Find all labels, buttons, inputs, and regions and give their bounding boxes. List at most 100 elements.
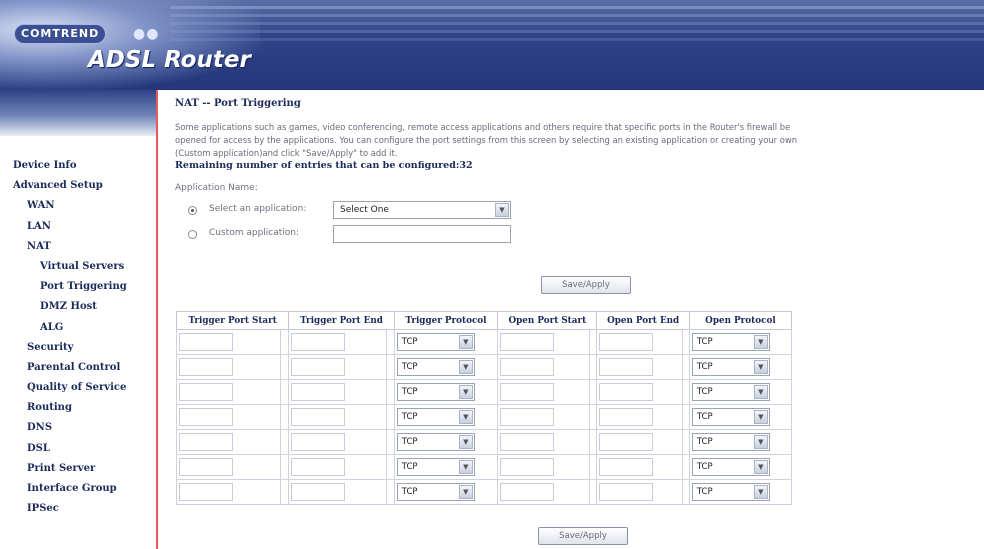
trigger-port-end-input[interactable] xyxy=(291,333,346,351)
table-cell: TCP ▼ xyxy=(393,354,499,380)
sidebar-item-device-info[interactable]: Device Info xyxy=(0,156,156,176)
custom-application-radio[interactable] xyxy=(188,230,197,239)
open-port-start-input[interactable] xyxy=(500,408,555,426)
trigger-port-start-input[interactable] xyxy=(179,333,233,351)
table-cell xyxy=(596,454,683,480)
open-port-end-input[interactable] xyxy=(599,383,654,401)
trigger-protocol-select[interactable]: TCP ▼ xyxy=(396,483,475,501)
chevron-down-icon[interactable]: ▼ xyxy=(753,460,768,474)
description-line: Some applications such as games, video c… xyxy=(175,122,791,132)
trigger-port-start-input[interactable] xyxy=(179,408,233,426)
open-port-end-input[interactable] xyxy=(599,333,654,351)
open-port-start-input[interactable] xyxy=(500,483,555,501)
table-cell xyxy=(288,379,387,405)
trigger-protocol-select[interactable]: TCP ▼ xyxy=(396,358,475,376)
sidebar-item-advanced-setup[interactable]: Advanced Setup xyxy=(0,176,156,196)
trigger-port-start-input[interactable] xyxy=(179,383,233,401)
open-protocol-select[interactable]: TCP ▼ xyxy=(691,358,770,376)
custom-application-input[interactable] xyxy=(333,225,511,243)
open-protocol-select[interactable]: TCP ▼ xyxy=(691,333,770,351)
trigger-port-end-input[interactable] xyxy=(291,483,346,501)
trigger-port-start-input[interactable] xyxy=(179,483,233,501)
sidebar-item-security[interactable]: Security xyxy=(0,338,156,358)
table-cell xyxy=(596,329,683,355)
sidebar-item-print-server[interactable]: Print Server xyxy=(0,459,156,479)
trigger-protocol-select[interactable]: TCP ▼ xyxy=(396,408,475,426)
table-cell xyxy=(176,404,281,430)
trigger-port-end-input[interactable] xyxy=(291,383,346,401)
chevron-down-icon[interactable]: ▼ xyxy=(458,410,473,424)
chevron-down-icon[interactable]: ▼ xyxy=(753,485,768,499)
open-port-end-input[interactable] xyxy=(599,433,654,451)
open-port-end-input[interactable] xyxy=(599,483,654,501)
trigger-port-start-input[interactable] xyxy=(179,433,233,451)
sidebar-item-dns[interactable]: DNS xyxy=(0,418,156,438)
application-select[interactable]: Select One ▼ xyxy=(333,201,511,219)
sidebar-item-nat[interactable]: NAT xyxy=(0,237,156,257)
chevron-down-icon[interactable]: ▼ xyxy=(495,203,509,217)
chevron-down-icon[interactable]: ▼ xyxy=(753,435,768,449)
open-protocol-select[interactable]: TCP ▼ xyxy=(691,383,770,401)
open-port-end-input[interactable] xyxy=(599,458,654,476)
open-port-start-input[interactable] xyxy=(500,458,555,476)
save-apply-button[interactable]: Save/Apply xyxy=(541,276,631,294)
chevron-down-icon[interactable]: ▼ xyxy=(753,385,768,399)
trigger-protocol-select[interactable]: TCP ▼ xyxy=(396,383,475,401)
sidebar-item-dmz-host[interactable]: DMZ Host xyxy=(0,297,156,317)
open-protocol-select[interactable]: TCP ▼ xyxy=(691,483,770,501)
open-protocol-select[interactable]: TCP ▼ xyxy=(691,433,770,451)
sidebar-item-wan[interactable]: WAN xyxy=(0,196,156,216)
sidebar-item-virtual-servers[interactable]: Virtual Servers xyxy=(0,257,156,277)
trigger-protocol-select[interactable]: TCP ▼ xyxy=(396,433,475,451)
sidebar-item-lan[interactable]: LAN xyxy=(0,217,156,237)
chevron-down-icon[interactable]: ▼ xyxy=(458,335,473,349)
chevron-down-icon[interactable]: ▼ xyxy=(753,335,768,349)
open-port-start-input[interactable] xyxy=(500,333,555,351)
trigger-port-start-input[interactable] xyxy=(179,458,233,476)
banner-stripe xyxy=(170,6,984,9)
table-cell xyxy=(176,329,281,355)
trigger-port-end-input[interactable] xyxy=(291,358,346,376)
sidebar-item-ipsec[interactable]: IPSec xyxy=(0,499,156,519)
chevron-down-icon[interactable]: ▼ xyxy=(753,360,768,374)
open-port-start-input[interactable] xyxy=(500,433,555,451)
sidebar-item-dsl[interactable]: DSL xyxy=(0,439,156,459)
table-cell-spacer xyxy=(681,379,690,405)
sidebar: Device Info Advanced Setup WAN LAN NAT Virtua… xyxy=(0,90,158,549)
trigger-protocol-select[interactable]: TCP ▼ xyxy=(396,458,475,476)
sidebar-item-interface-group[interactable]: Interface Group xyxy=(0,479,156,499)
chevron-down-icon[interactable]: ▼ xyxy=(458,360,473,374)
table-cell: TCP ▼ xyxy=(688,329,793,355)
open-protocol-select-value: TCP xyxy=(696,362,713,372)
chevron-down-icon[interactable]: ▼ xyxy=(753,410,768,424)
table-cell xyxy=(497,379,590,405)
table-cell: TCP ▼ xyxy=(393,479,499,505)
open-port-end-input[interactable] xyxy=(599,358,654,376)
sidebar-item-alg[interactable]: ALG xyxy=(0,318,156,338)
chevron-down-icon[interactable]: ▼ xyxy=(458,385,473,399)
sidebar-item-parental-control[interactable]: Parental Control xyxy=(0,358,156,378)
chevron-down-icon[interactable]: ▼ xyxy=(458,485,473,499)
chevron-down-icon[interactable]: ▼ xyxy=(458,460,473,474)
open-port-start-input[interactable] xyxy=(500,383,555,401)
trigger-port-end-input[interactable] xyxy=(291,458,346,476)
open-protocol-select[interactable]: TCP ▼ xyxy=(691,408,770,426)
table-cell-spacer xyxy=(588,429,598,455)
trigger-port-end-input[interactable] xyxy=(291,433,346,451)
select-application-radio[interactable] xyxy=(188,206,197,215)
table-cell xyxy=(596,479,683,505)
sidebar-item-port-triggering[interactable]: Port Triggering xyxy=(0,277,156,297)
trigger-protocol-select[interactable]: TCP ▼ xyxy=(396,333,475,351)
open-port-end-input[interactable] xyxy=(599,408,654,426)
sidebar-item-quality-of-service[interactable]: Quality of Service xyxy=(0,378,156,398)
open-protocol-select[interactable]: TCP ▼ xyxy=(691,458,770,476)
open-port-start-input[interactable] xyxy=(500,358,555,376)
page-title: NAT -- Port Triggering xyxy=(175,98,301,109)
banner-stripe xyxy=(170,14,984,17)
sidebar-item-routing[interactable]: Routing xyxy=(0,398,156,418)
chevron-down-icon[interactable]: ▼ xyxy=(458,435,473,449)
trigger-port-end-input[interactable] xyxy=(291,408,346,426)
trigger-port-start-input[interactable] xyxy=(179,358,233,376)
save-apply-button[interactable]: Save/Apply xyxy=(538,527,628,545)
table-cell-spacer xyxy=(279,454,290,480)
